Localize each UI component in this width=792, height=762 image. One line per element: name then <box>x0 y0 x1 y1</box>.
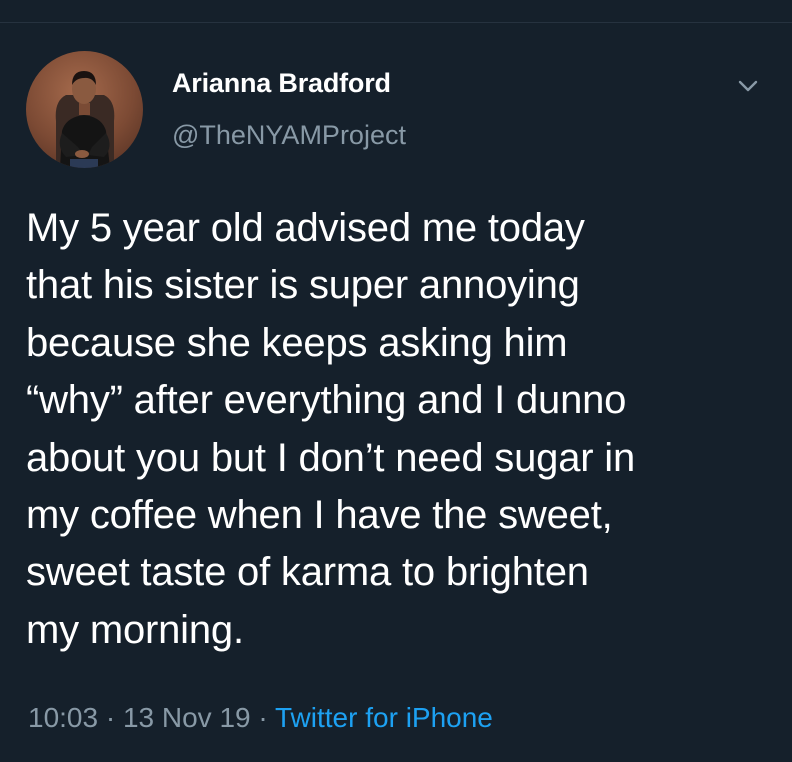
user-photo-avatar-icon <box>55 71 115 168</box>
chevron-down-icon[interactable] <box>734 72 762 100</box>
tweet-metadata: 10:03 · 13 Nov 19 · Twitter for iPhone <box>28 702 493 734</box>
author-handle[interactable]: @TheNYAMProject <box>172 120 406 151</box>
meta-separator: · <box>250 702 275 733</box>
top-divider <box>0 0 792 23</box>
tweet-source-link[interactable]: Twitter for iPhone <box>275 702 493 733</box>
avatar[interactable] <box>26 51 143 168</box>
tweet-date[interactable]: 13 Nov 19 <box>123 702 251 733</box>
author-display-name[interactable]: Arianna Bradford <box>172 68 391 99</box>
meta-separator: · <box>98 702 123 733</box>
tweet-text: My 5 year old advised me today that his … <box>26 206 636 652</box>
tweet-time[interactable]: 10:03 <box>28 702 98 733</box>
